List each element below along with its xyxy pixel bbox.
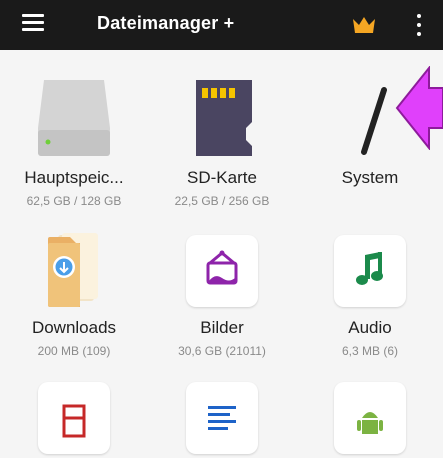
category-name: Audio [348,318,392,337]
pictures-icon [182,231,262,311]
category-info: 6,3 MB (6) [341,344,398,358]
storage-item-internal[interactable]: Hauptspeic... 62,5 GB / 128 GB [0,50,148,220]
app-bar: Dateimanager + [0,0,443,50]
category-item-downloads[interactable]: Downloads 200 MB (109) [0,225,148,375]
sd-card-icon [182,78,262,158]
downloads-folder-icon [34,231,114,311]
category-info: 30,6 GB (21011) [178,344,266,358]
more-options-icon[interactable] [414,12,424,38]
app-title: Dateimanager + [97,13,235,33]
storage-item-sdcard[interactable]: SD-Karte 22,5 GB / 256 GB [148,50,296,220]
internal-storage-icon [34,78,114,158]
category-item-videos[interactable] [0,378,148,454]
category-item-documents[interactable] [148,378,296,454]
android-icon [330,378,410,458]
storage-name: Hauptspeic... [24,168,124,187]
music-note-icon [330,231,410,311]
file-category-grid: Hauptspeic... 62,5 GB / 128 GB SD-Karte … [0,50,443,454]
hamburger-menu-icon[interactable] [22,14,48,34]
category-name: Downloads [31,318,117,337]
storage-name: System [341,168,399,187]
storage-usage: 22,5 GB / 256 GB [174,194,270,208]
storage-usage: 62,5 GB / 128 GB [26,194,122,208]
crown-icon[interactable] [352,16,376,34]
category-item-pictures[interactable]: Bilder 30,6 GB (21011) [148,225,296,375]
category-name: Bilder [200,318,244,337]
video-film-icon [34,378,114,458]
document-lines-icon [182,378,262,458]
category-item-audio[interactable]: Audio 6,3 MB (6) [296,225,443,375]
magenta-arrow-icon [395,66,443,150]
category-item-apps[interactable] [296,378,443,454]
storage-name: SD-Karte [187,168,257,187]
category-info: 200 MB (109) [37,344,111,358]
